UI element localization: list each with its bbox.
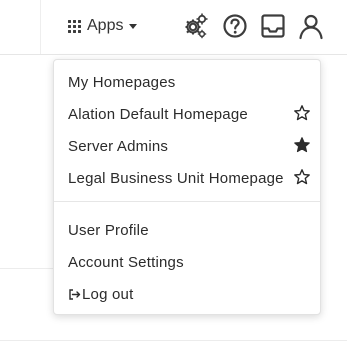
my-homepages-item[interactable]: My Homepages [68,70,320,94]
help-circle-icon[interactable] [221,12,249,40]
apps-label: Apps [87,17,124,34]
menu-divider [54,201,320,202]
log-out-icon [68,288,81,301]
topbar-divider [40,0,41,54]
account-settings-item[interactable]: Account Settings [68,250,320,274]
log-out-label: Log out [82,285,134,303]
account-settings-label: Account Settings [68,253,184,271]
homepage-item-label: Legal Business Unit Homepage [68,169,284,187]
star-filled-icon[interactable] [293,136,311,154]
caret-down-icon [129,23,138,29]
user-profile-label: User Profile [68,221,149,239]
background-divider [0,340,347,341]
apps-menu-button[interactable]: Apps [68,14,138,38]
homepage-item[interactable]: Server Admins [68,134,320,158]
apps-grid-icon [68,19,81,33]
page: Apps My Homepages Alation Default Homepa… [0,0,347,345]
top-navigation-bar: Apps [0,0,347,55]
inbox-icon[interactable] [259,12,287,40]
star-outline-icon[interactable] [293,168,311,186]
homepage-item[interactable]: Alation Default Homepage [68,102,320,126]
background-divider [0,268,53,269]
homepage-item[interactable]: Legal Business Unit Homepage [68,166,320,190]
star-outline-icon[interactable] [293,104,311,122]
apps-dropdown-menu: My Homepages Alation Default Homepage Se… [53,59,321,315]
homepage-item-label: Alation Default Homepage [68,105,248,123]
user-profile-icon[interactable] [297,12,325,40]
settings-gears-icon[interactable] [182,12,210,40]
my-homepages-label: My Homepages [68,73,176,91]
homepage-item-label: Server Admins [68,137,169,155]
log-out-item[interactable]: Log out [68,282,320,306]
user-profile-item[interactable]: User Profile [68,218,320,242]
